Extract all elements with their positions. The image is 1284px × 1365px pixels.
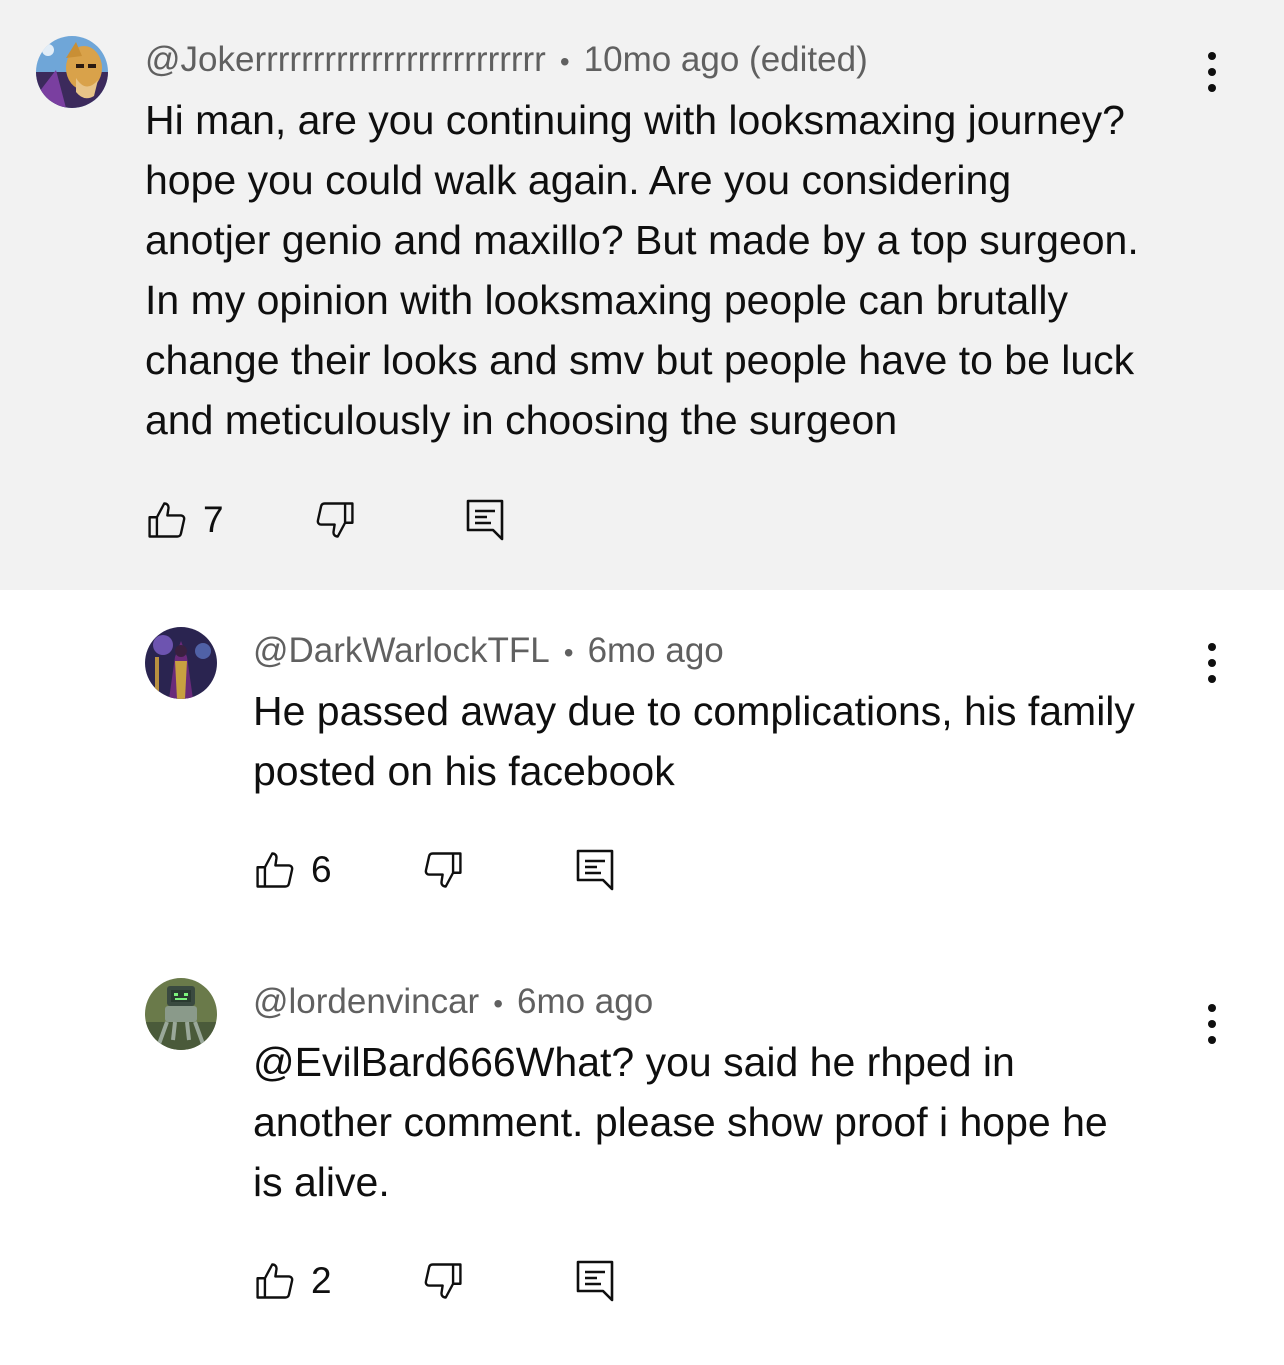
wizard-avatar-icon	[36, 36, 108, 108]
reply-comment-icon	[466, 499, 504, 541]
like-count: 7	[203, 499, 224, 540]
dislike-button[interactable]	[421, 1257, 465, 1305]
comment-meta: @lordenvincar • 6mo ago	[253, 980, 653, 1026]
comment-time: 6mo ago	[517, 982, 654, 1021]
comment-line: is alive.	[253, 1159, 390, 1205]
robot-avatar-icon	[145, 978, 217, 1050]
comment-meta: @DarkWarlockTFL • 6mo ago	[253, 629, 724, 675]
comment-line: change their looks and smv but people ha…	[145, 337, 1135, 383]
comment-line: In my opinion with looksmaxing people ca…	[145, 277, 1069, 323]
like-button[interactable]: 6	[253, 846, 332, 894]
warlock-avatar-icon	[145, 627, 217, 699]
like-count: 6	[311, 849, 332, 890]
avatar[interactable]	[36, 36, 108, 108]
comment-text: He passed away due to complications, his…	[253, 681, 1243, 801]
comment-actions: 2	[253, 1257, 653, 1305]
meta-separator: •	[559, 46, 570, 77]
comment-line: @EvilBard666What? you said he rhped in	[253, 1039, 1015, 1085]
comment-line: He passed away due to complications, his…	[253, 688, 1135, 734]
dislike-button[interactable]	[421, 846, 465, 894]
comment-time: 6mo ago	[587, 631, 724, 670]
like-button[interactable]: 2	[253, 1257, 332, 1305]
meta-separator: •	[493, 988, 503, 1019]
more-vertical-icon-dot	[1208, 659, 1216, 667]
reply-button[interactable]	[463, 496, 507, 544]
comment-thread: @Jokerrrrrrrrrrrrrrrrrrrrrrrrr • 10mo ago …	[0, 0, 1284, 1365]
comment-line: anotjer genio and maxillo? But made by a…	[145, 217, 1139, 263]
more-vertical-icon-dot	[1208, 68, 1216, 76]
author-name[interactable]: @lordenvincar	[253, 982, 479, 1021]
more-vertical-icon-dot	[1208, 1020, 1216, 1028]
reply-button[interactable]	[573, 1257, 617, 1305]
thumbs-down-icon	[424, 1263, 462, 1299]
thumbs-up-icon	[148, 502, 186, 538]
more-vertical-icon	[1208, 52, 1216, 60]
thumbs-up-icon	[256, 1263, 294, 1299]
comment-line: and meticulously in choosing the surgeon	[145, 397, 898, 443]
meta-separator: •	[563, 637, 574, 668]
comment-actions: 7	[145, 496, 545, 544]
author-name[interactable]: @DarkWarlockTFL	[253, 631, 550, 670]
comment-3: @lordenvincar • 6mo ago @EvilBard666What? …	[0, 950, 1284, 1365]
like-count: 2	[311, 1260, 332, 1301]
thumbs-down-icon	[316, 502, 354, 538]
like-button[interactable]: 7	[145, 496, 224, 544]
reply-comment-icon	[576, 849, 614, 891]
comment-line: posted on his facebook	[253, 748, 675, 794]
comment-line: another comment. please show proof i hop…	[253, 1099, 1108, 1145]
author-name[interactable]: @Jokerrrrrrrrrrrrrrrrrrrrrrrrr	[145, 40, 546, 79]
avatar[interactable]	[145, 978, 217, 1050]
comment-text: @EvilBard666What? you said he rhped in a…	[253, 1032, 1243, 1212]
comment-1: @Jokerrrrrrrrrrrrrrrrrrrrrrrrr • 10mo ago …	[0, 0, 1284, 590]
comment-line: Hi man, are you continuing with looksmax…	[145, 97, 1125, 143]
comment-actions: 6	[253, 846, 653, 894]
avatar[interactable]	[145, 627, 217, 699]
more-vertical-icon	[1208, 1004, 1216, 1012]
comment-meta: @Jokerrrrrrrrrrrrrrrrrrrrrrrrr • 10mo ago …	[145, 38, 868, 84]
dislike-button[interactable]	[313, 496, 357, 544]
comment-line: hope you could walk again. Are you consi…	[145, 157, 1012, 203]
reply-button[interactable]	[573, 846, 617, 894]
thumbs-down-icon	[424, 852, 462, 888]
comment-2: @DarkWarlockTFL • 6mo ago He passed away d…	[0, 590, 1284, 950]
reply-comment-icon	[576, 1260, 614, 1302]
comment-time: 10mo ago (edited)	[583, 40, 868, 79]
thumbs-up-icon	[256, 852, 294, 888]
more-vertical-icon	[1208, 643, 1216, 651]
comment-text: Hi man, are you continuing with looksmax…	[145, 90, 1225, 450]
